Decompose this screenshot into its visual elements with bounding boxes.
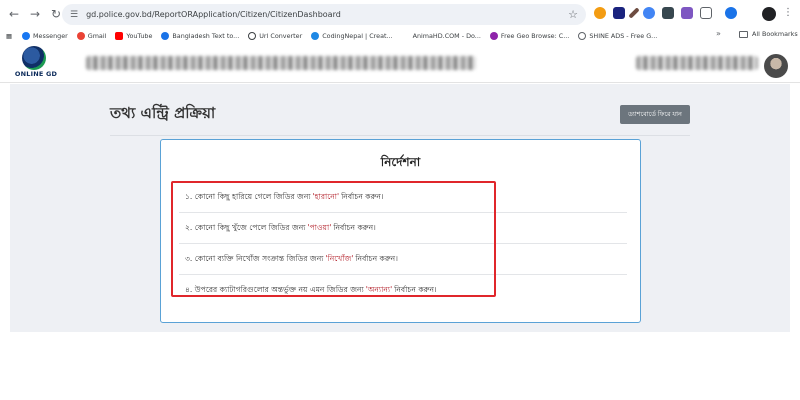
bookmark-item[interactable]: Free Geo Browse: C... (489, 31, 569, 40)
extension-icon[interactable] (681, 7, 693, 19)
extension-icon[interactable] (613, 7, 625, 19)
folder-icon (739, 30, 748, 38)
keyword-lost: 'হারানো' (312, 191, 340, 201)
police-emblem-icon (22, 46, 46, 70)
list-item: ১. কোনো কিছু হারিয়ে গেলে জিডির জন্য 'হা… (179, 182, 627, 213)
keyword-found: 'পাওয়া' (307, 222, 332, 232)
site-info-icon[interactable]: ☰ (70, 10, 78, 20)
url-text: gd.police.gov.bd/ReportORApplication/Cit… (86, 10, 341, 19)
redacted-header-text (86, 56, 476, 70)
logo-text: ONLINE GD (14, 70, 58, 78)
bookmarks-bar: ▦ Messenger Gmail YouTube Bangladesh Tex… (0, 28, 800, 43)
title-row: তথ্য এন্ট্রি প্রক্রিয়া ড্যাশবোর্ডে ফিরে… (110, 92, 690, 136)
list-item: ২. কোনো কিছু খুঁজে পেলে জিডির জন্য 'পাওয… (179, 213, 627, 244)
bookmark-item[interactable]: Bangladesh Text to... (161, 31, 239, 40)
page-title: তথ্য এন্ট্রি প্রক্রিয়া (110, 104, 216, 122)
avatar[interactable] (764, 54, 788, 78)
apps-grid-icon[interactable]: ▦ (6, 32, 12, 40)
list-item: ৪. উপরের ক্যাটাগরিগুলোর অন্তর্ভুক্ত নয় … (179, 275, 627, 306)
bookmark-item[interactable]: SHINE ADS - Free G... (578, 31, 657, 40)
bookmark-item[interactable]: Url Converter (248, 31, 302, 40)
back-arrow-icon[interactable]: ← (6, 6, 22, 22)
bookmark-item[interactable]: AnimaHD.COM - Do... (401, 31, 481, 40)
bookmark-item[interactable]: CodingNepal | Creat... (311, 31, 393, 40)
bookmark-item[interactable]: Messenger (22, 31, 68, 40)
instructions-list: ১. কোনো কিছু হারিয়ে গেলে জিডির জন্য 'হা… (179, 182, 627, 306)
extensions-area (594, 7, 744, 19)
menu-dots-icon[interactable]: ⋮ (783, 7, 793, 18)
all-bookmarks-button[interactable]: All Bookmarks (739, 30, 798, 38)
bookmark-item[interactable]: YouTube (115, 31, 152, 40)
keyword-other: 'অন্যান্য' (365, 285, 393, 294)
google-lens-icon[interactable] (725, 7, 737, 19)
profile-icon[interactable] (762, 7, 776, 21)
bookmark-star-icon[interactable]: ☆ (568, 8, 578, 21)
pen-extension-icon[interactable] (628, 7, 640, 19)
online-gd-logo[interactable]: ONLINE GD (10, 46, 62, 82)
forward-arrow-icon[interactable]: → (27, 6, 43, 22)
extension-icon[interactable] (662, 7, 674, 19)
extension-icon[interactable] (643, 7, 655, 19)
extension-icon[interactable] (594, 7, 606, 19)
chevron-right-icon[interactable]: » (716, 29, 721, 38)
page-content: তথ্য এন্ট্রি প্রক্রিয়া ড্যাশবোর্ডে ফিরে… (10, 84, 790, 332)
instructions-card: নির্দেশনা ১. কোনো কিছু হারিয়ে গেলে জিডি… (160, 139, 641, 323)
redacted-user-name (636, 56, 758, 70)
instructions-title: নির্দেশনা (380, 155, 421, 169)
puzzle-extensions-icon[interactable] (700, 7, 712, 19)
address-bar[interactable]: ☰ gd.police.gov.bd/ReportORApplication/C… (62, 4, 586, 25)
site-header: ONLINE GD (0, 43, 800, 83)
keyword-missing: 'নিখোঁজ' (325, 253, 354, 263)
back-to-dashboard-button[interactable]: ড্যাশবোর্ডে ফিরে যান (620, 105, 690, 124)
bookmark-item[interactable]: Gmail (76, 31, 106, 40)
list-item: ৩. কোনো ব্যক্তি নিখোঁজ সংক্রান্ত জিডির জ… (179, 244, 627, 275)
